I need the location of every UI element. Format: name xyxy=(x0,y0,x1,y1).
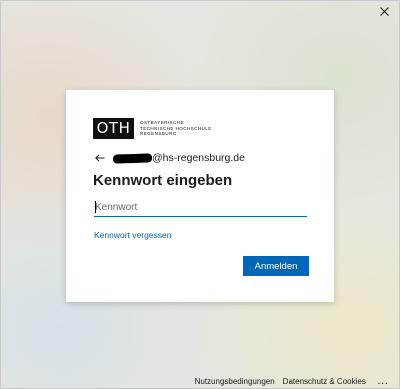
footer: Nutzungsbedingungen Datenschutz & Cookie… xyxy=(187,377,389,386)
sign-in-card: OTH OSTBAYERISCHE TECHNISCHE HOCHSCHULE … xyxy=(66,90,334,302)
close-icon xyxy=(379,6,389,16)
logo-line-3: REGENSBURG xyxy=(140,131,177,137)
title-bar xyxy=(1,1,399,21)
logo-wordmark: OSTBAYERISCHE TECHNISCHE HOCHSCHULE REGE… xyxy=(140,120,212,136)
password-input[interactable] xyxy=(94,199,307,217)
more-options-button[interactable]: ... xyxy=(378,377,389,386)
oth-logo: OTH OSTBAYERISCHE TECHNISCHE HOCHSCHULE … xyxy=(93,118,212,139)
redacted-username xyxy=(112,152,153,164)
privacy-cookies-link[interactable]: Datenschutz & Cookies xyxy=(283,377,366,386)
terms-link[interactable]: Nutzungsbedingungen xyxy=(195,377,275,386)
text-cursor xyxy=(95,201,96,213)
email-domain: @hs-regensburg.de xyxy=(152,152,245,164)
forgot-password-link[interactable]: Kennwort vergessen xyxy=(94,230,172,240)
page-title: Kennwort eingeben xyxy=(93,172,233,189)
back-arrow-icon xyxy=(95,154,105,162)
login-window: OTH OSTBAYERISCHE TECHNISCHE HOCHSCHULE … xyxy=(0,0,400,389)
close-button[interactable] xyxy=(369,1,399,21)
logo-mark-text: OTH xyxy=(96,119,131,137)
back-button[interactable] xyxy=(95,152,107,164)
sign-in-button[interactable]: Anmelden xyxy=(243,256,309,276)
logo-mark: OTH xyxy=(93,118,134,139)
account-identity: @hs-regensburg.de xyxy=(95,151,245,165)
